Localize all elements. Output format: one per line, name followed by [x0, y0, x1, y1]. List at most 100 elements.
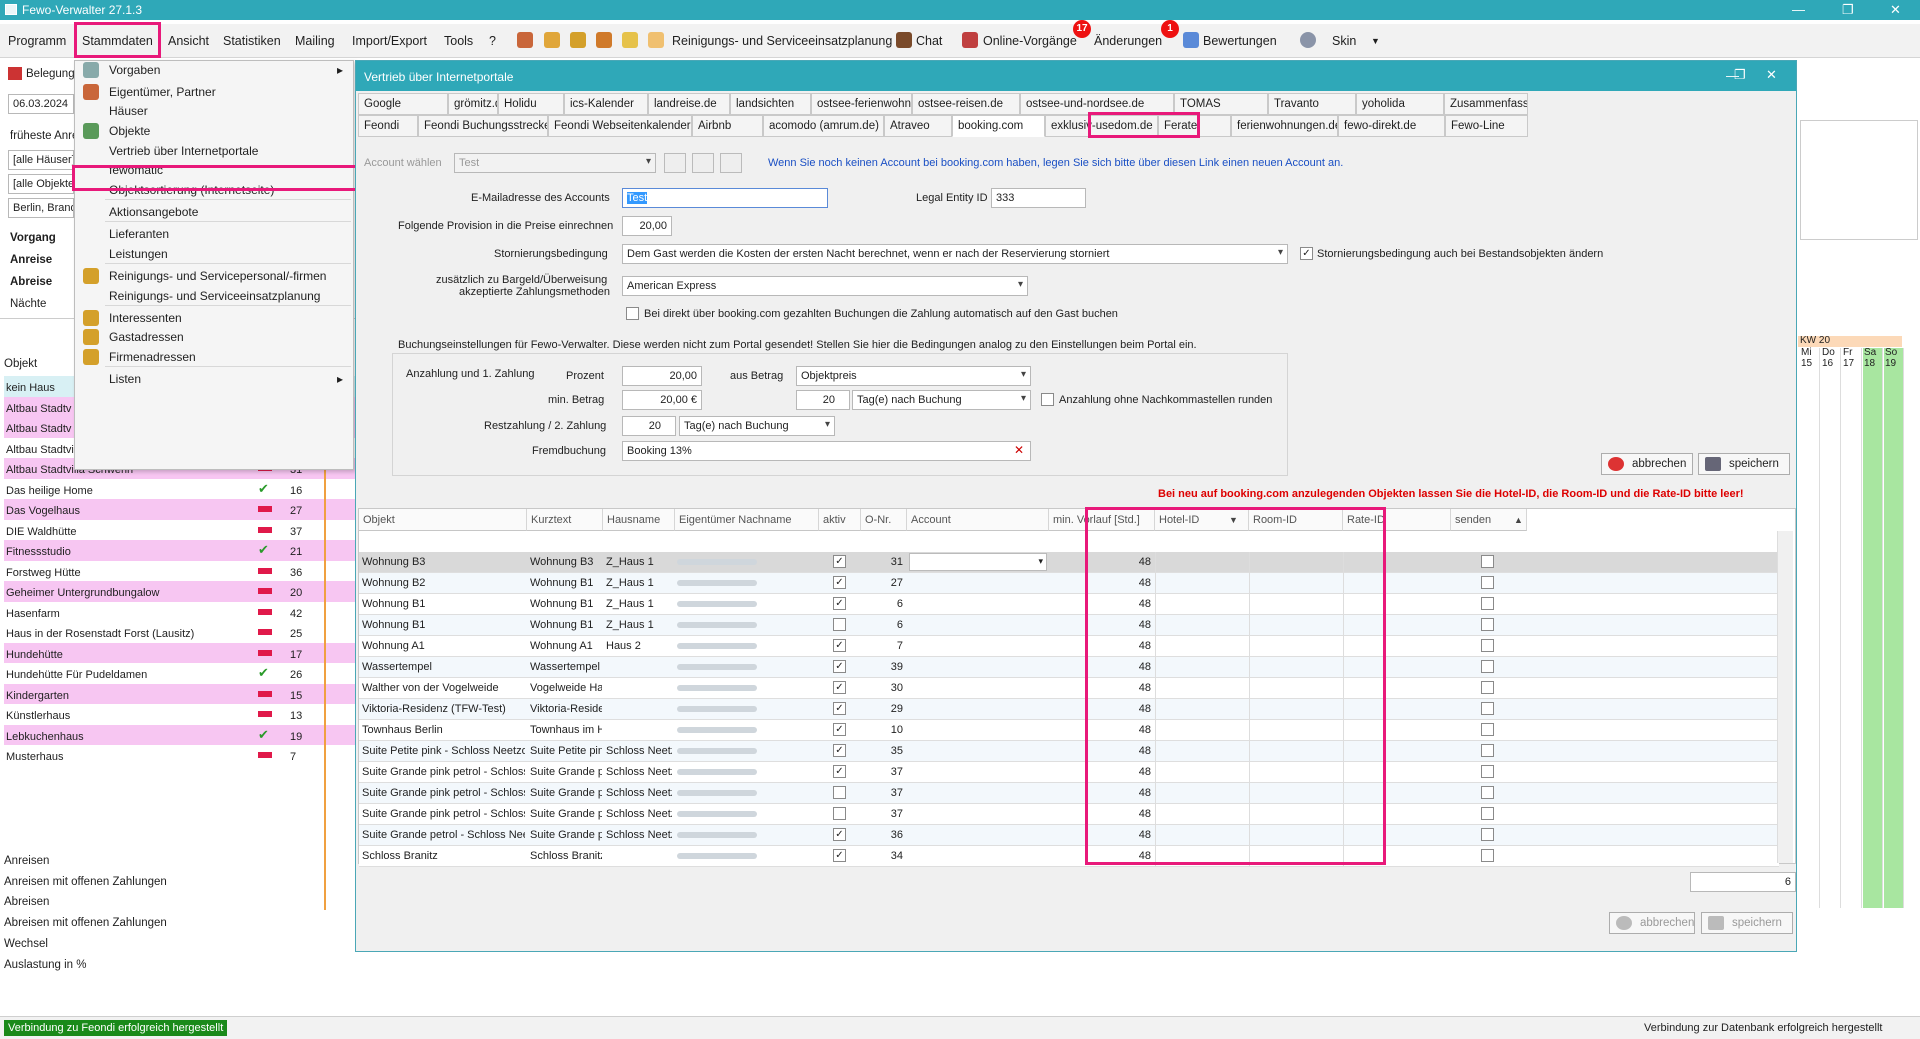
submenu-item[interactable]: Firmenadressen [109, 350, 196, 364]
tab-google[interactable]: Google [358, 93, 448, 115]
tab-feondi-webseitenkalender[interactable]: Feondi Webseitenkalender [548, 115, 692, 137]
storno-checkbox[interactable]: ✓ [1300, 247, 1313, 260]
aktiv-checkbox[interactable]: ✓ [833, 681, 846, 694]
fremdbuchung-select[interactable]: Booking 13% [622, 441, 1031, 461]
senden-checkbox[interactable] [1481, 555, 1494, 568]
grid-scrollbar[interactable] [1777, 531, 1793, 863]
table-row[interactable]: Townhaus BerlinTownhaus im H...✓1048 [359, 720, 1779, 741]
aktiv-checkbox[interactable] [833, 807, 846, 820]
table-row[interactable]: Walther von der Vogelweide Vogelweide Hau… [359, 678, 1779, 699]
close-icon[interactable]: ✕ [1890, 2, 1901, 18]
aktiv-checkbox[interactable] [833, 618, 846, 631]
account-info-link[interactable]: Wenn Sie noch keinen Account bei booking… [768, 157, 1343, 169]
online-icon[interactable] [962, 32, 978, 48]
email-field[interactable]: Test [622, 188, 828, 208]
column-header[interactable]: Account [907, 509, 1049, 531]
account-delete-icon[interactable] [720, 153, 742, 173]
aktiv-checkbox[interactable]: ✓ [833, 828, 846, 841]
senden-checkbox[interactable] [1481, 639, 1494, 652]
senden-checkbox[interactable] [1481, 576, 1494, 589]
column-header[interactable]: Hausname [603, 509, 675, 531]
star-icon[interactable] [1183, 32, 1199, 48]
date-field[interactable]: 06.03.2024 [8, 94, 74, 114]
menu-statistiken[interactable]: Statistiken [223, 34, 281, 48]
table-row[interactable]: Suite Grande petrol - Schloss Neetzow Sui… [359, 825, 1779, 846]
tab-airbnb[interactable]: Airbnb [692, 115, 763, 137]
senden-checkbox[interactable] [1481, 681, 1494, 694]
haeuser-select[interactable]: [alle Häuser] [8, 150, 74, 170]
tab-atraveo[interactable]: Atraveo [884, 115, 952, 137]
aktiv-checkbox[interactable]: ✓ [833, 639, 846, 652]
belegung-label[interactable]: Belegung [26, 68, 75, 80]
aktiv-checkbox[interactable]: ✓ [833, 660, 846, 673]
sort-up-icon[interactable]: ▲ [1514, 515, 1523, 525]
table-row[interactable]: Wassertempel Wassertempel ✓ 39 48 [359, 657, 1779, 678]
column-header[interactable]: Eigentümer Nachname [675, 509, 819, 531]
gear-icon[interactable] [1300, 32, 1316, 48]
senden-checkbox[interactable] [1481, 849, 1494, 862]
abbrechen-button-top[interactable]: abbrechen [1601, 453, 1693, 475]
runden-checkbox[interactable] [1041, 393, 1054, 406]
notepad-icon[interactable] [622, 32, 638, 48]
account-dropdown[interactable]: ▾ [909, 553, 1047, 571]
menu-ansicht[interactable]: Ansicht [168, 34, 209, 48]
table-row[interactable]: Suite Grande pink petrol - Schloss Neet.… [359, 783, 1779, 804]
submenu-item[interactable]: Leistungen [109, 247, 168, 261]
aktiv-checkbox[interactable]: ✓ [833, 597, 846, 610]
tab-feondi[interactable]: Feondi [358, 115, 418, 137]
tab-ostsee-reisen-de[interactable]: ostsee-reisen.de [912, 93, 1020, 115]
menu-mailing[interactable]: Mailing [295, 34, 335, 48]
chat-icon[interactable] [896, 32, 912, 48]
column-header[interactable]: Objekt [359, 509, 527, 531]
objekte-select[interactable]: [alle Objekte] [8, 174, 74, 194]
tab-zusammenfassung[interactable]: Zusammenfassung [1444, 93, 1528, 115]
dialog-close-icon[interactable]: ✕ [1766, 67, 1777, 83]
table-row[interactable]: Suite Grande pink petrol - Schloss Neet.… [359, 762, 1779, 783]
submenu-item[interactable]: Eigentümer, Partner [109, 85, 216, 99]
tab-fewo-direkt-de[interactable]: fewo-direkt.de [1338, 115, 1445, 137]
aktiv-checkbox[interactable]: ✓ [833, 849, 846, 862]
speichern-button-top[interactable]: speichern [1698, 453, 1790, 475]
legal-entity-field[interactable]: 333 [991, 188, 1086, 208]
tab-fewo-line[interactable]: Fewo-Line [1445, 115, 1528, 137]
abbrechen-button-bottom[interactable]: abbrechen [1609, 912, 1695, 934]
minimize-icon[interactable]: — [1792, 2, 1805, 17]
min-betrag-field[interactable]: 20,00 € [622, 390, 702, 410]
submenu-item[interactable]: Häuser [109, 104, 148, 118]
table-row[interactable]: Wohnung B1 Wohnung B1 Z_Haus 1 6 48 [359, 615, 1779, 636]
left-object-row[interactable]: Musterhaus 7 [4, 745, 356, 770]
tage1-unit-select[interactable]: Tag(e) nach Buchung [852, 390, 1031, 410]
provision-field[interactable]: 20,00 [622, 216, 672, 236]
table-row[interactable]: Suite Petite pink - Schloss Neetzow Suite… [359, 741, 1779, 762]
tab-ics-kalender[interactable]: ics-Kalender [564, 93, 648, 115]
submenu-item[interactable]: Interessenten [109, 311, 182, 325]
aktiv-checkbox[interactable] [833, 786, 846, 799]
tab-landsichten[interactable]: landsichten [730, 93, 811, 115]
aktiv-checkbox[interactable]: ✓ [833, 576, 846, 589]
staff-icon[interactable] [596, 32, 612, 48]
submenu-item[interactable]: Vorgaben [109, 63, 160, 77]
table-row[interactable]: Wohnung B1 Wohnung B1 Z_Haus 1 ✓ 6 48 [359, 594, 1779, 615]
submenu-item[interactable]: Objekte [109, 124, 150, 138]
person-red-icon[interactable] [517, 32, 533, 48]
menu-reinigung[interactable]: Reinigungs- und Serviceeinsatzplanung [672, 34, 892, 48]
submenu-item[interactable]: Listen [109, 372, 141, 386]
person-icon[interactable] [570, 32, 586, 48]
table-row[interactable]: Suite Grande pink petrol - Schloss Neet.… [359, 804, 1779, 825]
menu-programm[interactable]: Programm [8, 34, 66, 48]
senden-checkbox[interactable] [1481, 702, 1494, 715]
house-icon[interactable] [544, 32, 560, 48]
submenu-item[interactable]: Vertrieb über Internetportale [109, 144, 258, 158]
menu-bewertungen[interactable]: Bewertungen [1203, 34, 1277, 48]
account-edit-icon[interactable] [664, 153, 686, 173]
tab-gr-mitz-de[interactable]: grömitz.de [448, 93, 498, 115]
table-row[interactable]: Schloss Branitz Schloss Branitz ✓ 34 48 [359, 846, 1779, 867]
tab-acomodo-amrum-de-[interactable]: acomodo (amrum.de) [763, 115, 884, 137]
aus-betrag-select[interactable]: Objektpreis [796, 366, 1031, 386]
tage1-spinner[interactable]: 20 [796, 390, 850, 410]
tab-yoholida[interactable]: yoholida [1356, 93, 1444, 115]
submenu-item[interactable]: Gastadressen [109, 330, 184, 344]
region-select[interactable]: Berlin, Brande [8, 198, 74, 218]
column-header[interactable]: aktiv [819, 509, 861, 531]
fremdbuchung-clear-icon[interactable]: ✕ [1014, 443, 1024, 457]
